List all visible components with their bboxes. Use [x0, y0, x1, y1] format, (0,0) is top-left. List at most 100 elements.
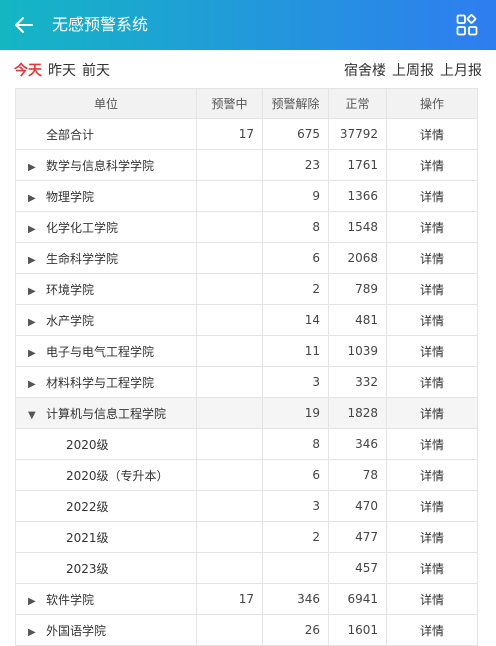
alert-count-cell	[196, 428, 263, 460]
alert-count-cell	[196, 459, 263, 491]
unit-cell: ▶ 软件学院	[15, 583, 197, 615]
caret-right-icon[interactable]: ▶	[28, 224, 38, 235]
unit-cell: ▶ 环境学院	[15, 273, 197, 305]
filter-dormitory[interactable]: 宿舍楼	[344, 63, 386, 79]
details-link[interactable]: 详情	[386, 273, 478, 305]
caret-right-icon[interactable]: ▶	[28, 596, 38, 607]
table-row: 2020级 8 346 详情	[15, 428, 478, 460]
table-row[interactable]: ▶ 物理学院 9 1366 详情	[15, 180, 478, 212]
filter-yesterday[interactable]: 昨天	[48, 63, 76, 79]
unit-cell: ▶ 材料科学与工程学院	[15, 366, 197, 398]
unit-name: 2022级	[66, 499, 109, 514]
unit-name: 材料科学与工程学院	[46, 375, 155, 390]
normal-count-cell: 78	[328, 459, 387, 491]
unit-name: 化学化工学院	[46, 220, 119, 235]
alert-count-cell	[196, 521, 263, 553]
details-link[interactable]: 详情	[386, 242, 478, 274]
details-link[interactable]: 详情	[386, 211, 478, 243]
normal-count-cell: 1548	[328, 211, 387, 243]
table-row[interactable]: ▶ 软件学院 17 346 6941 详情	[15, 583, 478, 615]
unit-cell: ▶ 化学化工学院	[15, 211, 197, 243]
released-count-cell: 8	[262, 428, 329, 460]
normal-count-cell: 1828	[328, 397, 387, 429]
details-link[interactable]: 详情	[386, 118, 478, 150]
unit-name: 水产学院	[46, 313, 95, 328]
details-link[interactable]: 详情	[386, 304, 478, 336]
filter-day-before[interactable]: 前天	[82, 63, 110, 79]
table-row: 全部合计 17 675 37792 详情	[15, 118, 478, 150]
table-row[interactable]: ▶ 环境学院 2 789 详情	[15, 273, 478, 305]
details-link[interactable]: 详情	[386, 149, 478, 181]
caret-down-icon[interactable]: ▼	[28, 410, 38, 421]
unit-cell: 2020级（专升本）	[15, 459, 197, 491]
unit-name: 外国语学院	[46, 623, 107, 638]
details-link[interactable]: 详情	[386, 428, 478, 460]
unit-name: 生命科学学院	[46, 251, 119, 266]
alert-count-cell	[196, 242, 263, 274]
unit-name: 2020级	[66, 437, 109, 452]
unit-cell: 2020级	[15, 428, 197, 460]
alert-count-cell	[196, 211, 263, 243]
details-link[interactable]: 详情	[386, 552, 478, 584]
caret-right-icon[interactable]: ▶	[28, 162, 38, 173]
back-arrow-icon[interactable]	[12, 13, 36, 37]
alert-count-cell	[196, 397, 263, 429]
details-link[interactable]: 详情	[386, 397, 478, 429]
released-count-cell: 3	[262, 490, 329, 522]
unit-name: 计算机与信息工程学院	[46, 406, 167, 421]
details-link[interactable]: 详情	[386, 366, 478, 398]
normal-count-cell: 37792	[328, 118, 387, 150]
caret-right-icon[interactable]: ▶	[28, 627, 38, 638]
released-count-cell: 9	[262, 180, 329, 212]
table-row[interactable]: ▼ 计算机与信息工程学院 19 1828 详情	[15, 397, 478, 429]
column-header-action: 操作	[386, 88, 478, 119]
column-header-released: 预警解除	[262, 88, 329, 119]
apps-grid-icon[interactable]	[456, 14, 478, 36]
details-link[interactable]: 详情	[386, 583, 478, 615]
unit-cell: 2023级	[15, 552, 197, 584]
normal-count-cell: 346	[328, 428, 387, 460]
table-row[interactable]: ▶ 材料科学与工程学院 3 332 详情	[15, 366, 478, 398]
filter-today[interactable]: 今天	[14, 63, 42, 79]
caret-right-icon[interactable]: ▶	[28, 348, 38, 359]
table-row[interactable]: ▶ 生命科学学院 6 2068 详情	[15, 242, 478, 274]
unit-cell: ▶ 物理学院	[15, 180, 197, 212]
normal-count-cell: 470	[328, 490, 387, 522]
released-count-cell: 675	[262, 118, 329, 150]
unit-name: 全部合计	[46, 127, 95, 142]
released-count-cell: 8	[262, 211, 329, 243]
filter-last-month[interactable]: 上月报	[440, 63, 482, 79]
scope-filter: 宿舍楼 上周报 上月报	[344, 60, 482, 82]
unit-cell: ▶ 生命科学学院	[15, 242, 197, 274]
column-header-alert: 预警中	[196, 88, 263, 119]
filter-last-week[interactable]: 上周报	[392, 63, 434, 79]
released-count-cell: 2	[262, 273, 329, 305]
released-count-cell: 11	[262, 335, 329, 367]
table-row: 2021级 2 477 详情	[15, 521, 478, 553]
table-row[interactable]: ▶ 化学化工学院 8 1548 详情	[15, 211, 478, 243]
alert-count-cell	[196, 335, 263, 367]
details-link[interactable]: 详情	[386, 335, 478, 367]
caret-right-icon[interactable]: ▶	[28, 379, 38, 390]
alert-count-cell: 17	[196, 118, 263, 150]
filter-bar: 今天 昨天 前天 宿舍楼 上周报 上月报	[14, 60, 482, 82]
details-link[interactable]: 详情	[386, 180, 478, 212]
unit-cell: 2021级	[15, 521, 197, 553]
caret-right-icon[interactable]: ▶	[28, 255, 38, 266]
caret-right-icon[interactable]: ▶	[28, 193, 38, 204]
unit-name: 数学与信息科学学院	[46, 158, 155, 173]
alert-count-cell: 17	[196, 583, 263, 615]
details-link[interactable]: 详情	[386, 490, 478, 522]
alert-count-cell	[196, 149, 263, 181]
table-row[interactable]: ▶ 水产学院 14 481 详情	[15, 304, 478, 336]
table-row[interactable]: ▶ 数学与信息科学学院 23 1761 详情	[15, 149, 478, 181]
released-count-cell: 3	[262, 366, 329, 398]
unit-cell: ▼ 计算机与信息工程学院	[15, 397, 197, 429]
unit-name: 2021级	[66, 530, 109, 545]
caret-right-icon[interactable]: ▶	[28, 286, 38, 297]
table-row[interactable]: ▶ 电子与电气工程学院 11 1039 详情	[15, 335, 478, 367]
details-link[interactable]: 详情	[386, 459, 478, 491]
caret-right-icon[interactable]: ▶	[28, 317, 38, 328]
details-link[interactable]: 详情	[386, 521, 478, 553]
alert-count-cell	[196, 490, 263, 522]
